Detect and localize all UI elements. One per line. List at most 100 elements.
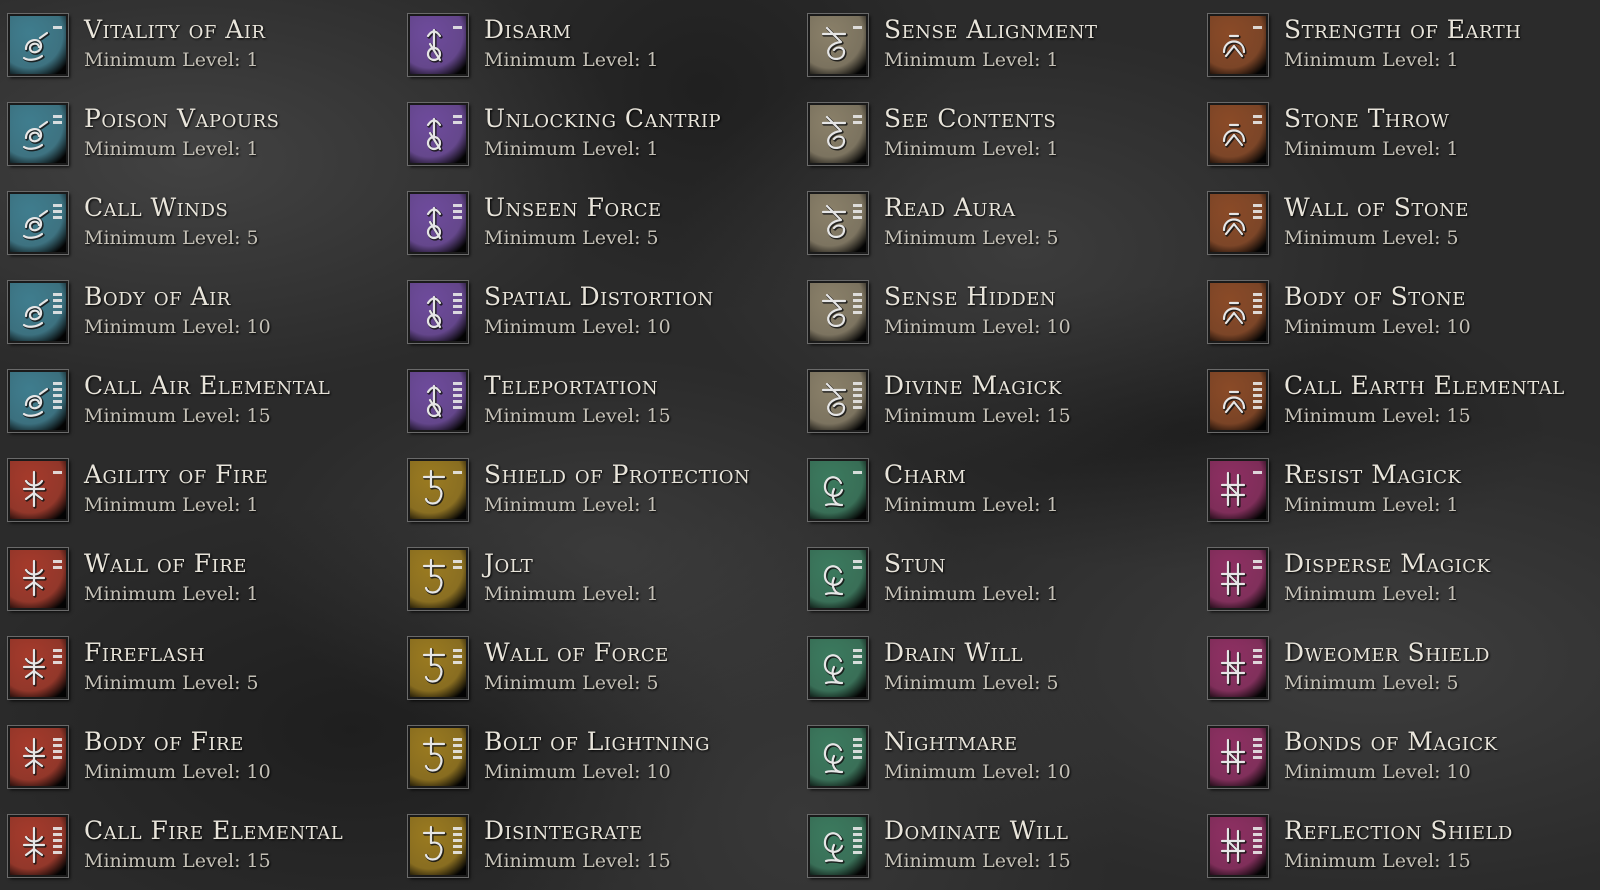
- spell-entry[interactable]: Sense Hidden Minimum Level: 10: [800, 267, 1200, 356]
- spell-entry[interactable]: Spatial Distortion Minimum Level: 10: [400, 267, 800, 356]
- spell-entry[interactable]: Wall of Stone Minimum Level: 5: [1200, 178, 1600, 267]
- air-rune-icon[interactable]: [7, 12, 69, 77]
- divination-rune-icon[interactable]: [807, 190, 869, 255]
- spell-entry[interactable]: Stun Minimum Level: 1: [800, 534, 1200, 623]
- spell-entry[interactable]: Poison Vapours Minimum Level: 1: [0, 89, 400, 178]
- earth-rune-icon[interactable]: [1207, 368, 1269, 433]
- spell-text: Poison Vapours Minimum Level: 1: [84, 102, 279, 162]
- spell-entry[interactable]: Divine Magick Minimum Level: 15: [800, 356, 1200, 445]
- spell-entry[interactable]: Disarm Minimum Level: 1: [400, 0, 800, 89]
- spell-entry[interactable]: Shield of Protection Minimum Level: 1: [400, 445, 800, 534]
- divination-rune-icon[interactable]: [807, 101, 869, 166]
- enchantment-rune-icon[interactable]: [807, 457, 869, 522]
- counter-magick-rune-icon[interactable]: [1207, 813, 1269, 878]
- spell-entry[interactable]: Strength of Earth Minimum Level: 1: [1200, 0, 1600, 89]
- spell-name: Body of Stone: [1284, 281, 1466, 311]
- spell-entry[interactable]: Body of Air Minimum Level: 10: [0, 267, 400, 356]
- divination-rune-icon[interactable]: [807, 279, 869, 344]
- spell-entry[interactable]: Body of Stone Minimum Level: 10: [1200, 267, 1600, 356]
- counter-magick-rune-icon[interactable]: [1207, 635, 1269, 700]
- rank-tick: [1253, 832, 1262, 836]
- spell-entry[interactable]: Body of Fire Minimum Level: 10: [0, 712, 400, 801]
- enchantment-rune-icon[interactable]: [807, 724, 869, 789]
- earth-rune-icon[interactable]: [1207, 101, 1269, 166]
- spell-text: Body of Stone Minimum Level: 10: [1284, 280, 1471, 340]
- divination-rune-icon[interactable]: [807, 12, 869, 77]
- rank-tick: [53, 25, 62, 29]
- spell-entry[interactable]: Jolt Minimum Level: 1: [400, 534, 800, 623]
- enchantment-rune-icon[interactable]: [807, 813, 869, 878]
- spell-entry[interactable]: Dweomer Shield Minimum Level: 5: [1200, 623, 1600, 712]
- rank-tick: [1253, 387, 1262, 391]
- counter-magick-rune-icon[interactable]: [1207, 724, 1269, 789]
- spell-name: Spatial Distortion: [484, 281, 714, 311]
- spell-entry[interactable]: Sense Alignment Minimum Level: 1: [800, 0, 1200, 89]
- spell-entry[interactable]: Dominate Will Minimum Level: 15: [800, 801, 1200, 890]
- spell-entry[interactable]: Disintegrate Minimum Level: 15: [400, 801, 800, 890]
- fire-rune-icon[interactable]: [7, 546, 69, 611]
- spell-entry[interactable]: Read Aura Minimum Level: 5: [800, 178, 1200, 267]
- spell-entry[interactable]: Unlocking Cantrip Minimum Level: 1: [400, 89, 800, 178]
- protection-rune-icon[interactable]: [407, 546, 469, 611]
- rank-tick: [453, 648, 462, 652]
- air-rune-icon[interactable]: [7, 279, 69, 344]
- spell-entry[interactable]: Reflection Shield Minimum Level: 15: [1200, 801, 1600, 890]
- rank-tick: [853, 120, 862, 124]
- spell-entry[interactable]: Call Earth Elemental Minimum Level: 15: [1200, 356, 1600, 445]
- spell-entry[interactable]: See Contents Minimum Level: 1: [800, 89, 1200, 178]
- alteration-rune-icon[interactable]: [407, 368, 469, 433]
- alteration-rune-icon[interactable]: [407, 190, 469, 255]
- spell-entry[interactable]: Bonds of Magick Minimum Level: 10: [1200, 712, 1600, 801]
- spell-entry[interactable]: Fireflash Minimum Level: 5: [0, 623, 400, 712]
- protection-rune-icon[interactable]: [407, 813, 469, 878]
- spell-name: Shield of Protection: [484, 459, 751, 489]
- rank-tick: [453, 304, 462, 308]
- rank-tick: [853, 648, 862, 652]
- air-rune-icon[interactable]: [7, 190, 69, 255]
- rank-tick: [53, 850, 62, 854]
- rank-tick: [53, 304, 62, 308]
- spell-entry[interactable]: Wall of Force Minimum Level: 5: [400, 623, 800, 712]
- spell-entry[interactable]: Resist Magick Minimum Level: 1: [1200, 445, 1600, 534]
- alteration-rune-icon[interactable]: [407, 279, 469, 344]
- fire-rune-icon[interactable]: [7, 457, 69, 522]
- spell-text: Teleportation Minimum Level: 15: [484, 369, 671, 429]
- fire-rune-icon[interactable]: [7, 724, 69, 789]
- alteration-rune-icon[interactable]: [407, 101, 469, 166]
- alteration-rune-icon[interactable]: [407, 12, 469, 77]
- counter-magick-rune-icon[interactable]: [1207, 457, 1269, 522]
- air-rune-icon[interactable]: [7, 368, 69, 433]
- spell-entry[interactable]: Stone Throw Minimum Level: 1: [1200, 89, 1600, 178]
- spell-entry[interactable]: Call Air Elemental Minimum Level: 15: [0, 356, 400, 445]
- spell-entry[interactable]: Call Winds Minimum Level: 5: [0, 178, 400, 267]
- earth-rune-icon[interactable]: [1207, 279, 1269, 344]
- fire-rune-icon[interactable]: [7, 813, 69, 878]
- spell-entry[interactable]: Drain Will Minimum Level: 5: [800, 623, 1200, 712]
- counter-magick-rune-icon[interactable]: [1207, 546, 1269, 611]
- protection-rune-icon[interactable]: [407, 724, 469, 789]
- rank-tick: [453, 559, 462, 563]
- spell-entry[interactable]: Disperse Magick Minimum Level: 1: [1200, 534, 1600, 623]
- earth-rune-icon[interactable]: [1207, 190, 1269, 255]
- rank-tick: [53, 298, 62, 302]
- rank-tick: [853, 565, 862, 569]
- spell-entry[interactable]: Nightmare Minimum Level: 10: [800, 712, 1200, 801]
- enchantment-rune-icon[interactable]: [807, 546, 869, 611]
- spell-entry[interactable]: Bolt of Lightning Minimum Level: 10: [400, 712, 800, 801]
- spell-entry[interactable]: Call Fire Elemental Minimum Level: 15: [0, 801, 400, 890]
- spell-entry[interactable]: Agility of Fire Minimum Level: 1: [0, 445, 400, 534]
- spell-entry[interactable]: Wall of Fire Minimum Level: 1: [0, 534, 400, 623]
- spell-entry[interactable]: Unseen Force Minimum Level: 5: [400, 178, 800, 267]
- spell-name: Wall of Stone: [1284, 192, 1470, 222]
- protection-rune-icon[interactable]: [407, 457, 469, 522]
- fire-rune-icon[interactable]: [7, 635, 69, 700]
- protection-rune-icon[interactable]: [407, 635, 469, 700]
- air-rune-icon[interactable]: [7, 101, 69, 166]
- spell-entry[interactable]: Teleportation Minimum Level: 15: [400, 356, 800, 445]
- divination-rune-icon[interactable]: [807, 368, 869, 433]
- enchantment-rune-icon[interactable]: [807, 635, 869, 700]
- spell-entry[interactable]: Vitality of Air Minimum Level: 1: [0, 0, 400, 89]
- earth-rune-icon[interactable]: [1207, 12, 1269, 77]
- spell-entry[interactable]: Charm Minimum Level: 1: [800, 445, 1200, 534]
- rank-tick: [853, 832, 862, 836]
